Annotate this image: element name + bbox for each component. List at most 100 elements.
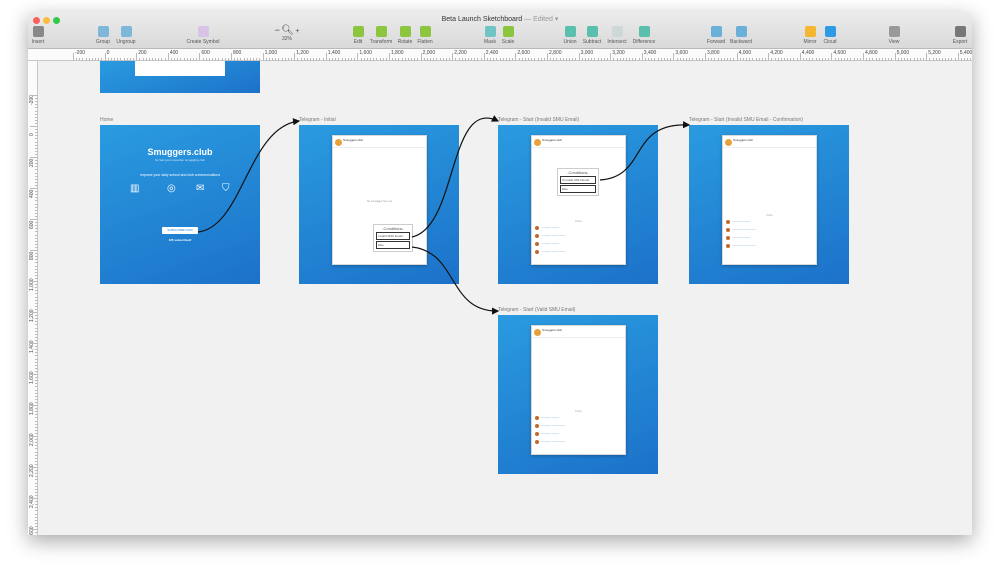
toolbar-ungroup-button[interactable]: Ungroup <box>106 26 146 45</box>
ruler-label: 4,000 <box>738 50 752 56</box>
ruler-tick <box>177 58 179 61</box>
ruler-tick <box>780 58 782 61</box>
ruler-tick <box>35 132 38 134</box>
ruler-tick <box>505 58 507 61</box>
ruler-tick <box>945 58 947 61</box>
ruler-tick <box>136 53 138 61</box>
ruler-tick <box>705 53 706 61</box>
avatar <box>534 139 541 146</box>
ruler-label: 2,600 <box>29 526 35 535</box>
ruler-tick <box>30 498 38 499</box>
artboard-label-confirmation[interactable]: Telegram - Start (Invalid SMU Email - Co… <box>689 117 803 123</box>
ruler-tick <box>35 355 38 357</box>
ruler-tick <box>960 58 962 61</box>
ruler-tick <box>736 53 738 61</box>
spy-icon: ⛉ <box>222 183 230 194</box>
ruler-tick <box>35 485 38 487</box>
toolbar-difference-button[interactable]: Difference <box>624 26 664 45</box>
artboard-telegram-initial[interactable]: Smuggers.club No messages here yet -Cond… <box>299 125 459 284</box>
ruler-tick <box>812 58 814 61</box>
ruler-tick <box>30 126 38 127</box>
edited-status[interactable]: — Edited ▾ <box>524 16 558 23</box>
ruler-label: 5,400 <box>959 50 972 56</box>
ruler-tick <box>35 113 38 115</box>
ruler-tick <box>155 58 157 61</box>
ruler-tick <box>840 58 842 61</box>
ruler-tick <box>262 53 264 61</box>
ruler-tick <box>35 150 38 152</box>
ruler-tick <box>35 525 38 527</box>
toolbar-backward-button[interactable]: Backward <box>721 26 761 45</box>
zoom-in-button[interactable]: + <box>295 28 299 35</box>
ruler-tick <box>749 58 751 61</box>
horizontal-ruler[interactable]: -200 0 200 400 600 800 1,000 1,200 1,400 1,600 1,8… <box>28 49 972 61</box>
ruler-tick <box>35 352 38 354</box>
toolbar-cloud-button[interactable]: Cloud <box>810 26 850 45</box>
ruler-tick <box>919 58 921 61</box>
ruler-tick <box>35 364 38 366</box>
conditions-box[interactable]: -Conditions- If Invalid SMU Email Else <box>557 168 599 196</box>
ruler-tick <box>35 302 38 304</box>
zoom-control[interactable]: − 🔍︎ + 32% <box>267 25 307 42</box>
toolbar-label: Ungroup <box>116 39 136 45</box>
condition-else[interactable]: Else <box>376 241 410 249</box>
zoom-out-button[interactable]: − <box>275 25 280 35</box>
toolbar-create-symbol-button[interactable]: Create Symbol <box>183 26 223 45</box>
toolbar-label: Cloud <box>823 39 837 45</box>
artboard-label-home[interactable]: Home <box>100 117 113 123</box>
artboard-home[interactable]: Smuggers.club for fast your smoother smu… <box>100 125 260 284</box>
ruler-tick <box>607 58 609 61</box>
ruler-tick <box>35 299 38 301</box>
toolbar-export-button[interactable]: Export <box>940 26 972 45</box>
toolbar-view-button[interactable]: View <box>874 26 914 45</box>
ruler-tick <box>35 315 38 317</box>
ruler-tick <box>398 58 400 61</box>
artboard-telegram-valid[interactable]: Smuggers.club Today ———— ——— ———— ——— ——… <box>498 315 658 474</box>
ruler-tick <box>578 53 580 61</box>
canvas[interactable]: Home Smuggers.club for fast your smoothe… <box>28 12 972 535</box>
ruler-tick <box>379 58 381 61</box>
ruler-tick <box>221 58 223 61</box>
ruler-tick <box>682 58 684 61</box>
vertical-ruler[interactable]: -200 0 200 400 600 800 1,000 1,200 1,400 1,600 1,8… <box>28 61 38 535</box>
ruler-tick <box>720 58 722 61</box>
toolbar-insert-button[interactable]: Insert <box>28 26 58 45</box>
toolbar-scale-button[interactable]: Scale <box>488 26 528 45</box>
ruler-tick <box>474 58 476 61</box>
artboard-partial[interactable] <box>100 61 260 93</box>
ruler-tick <box>212 58 214 61</box>
ruler-tick <box>518 58 520 61</box>
condition-invalid-email[interactable]: Invalid SMU Email <box>376 232 410 240</box>
ruler-tick <box>654 58 656 61</box>
message: ———— ——— <box>535 242 622 248</box>
headline: Improve your daily school and club commu… <box>139 173 221 177</box>
window-title: Beta Launch Sketchboard — Edited ▾ <box>28 15 972 23</box>
ruler-tick <box>35 166 38 168</box>
artboard-telegram-invalid[interactable]: Smuggers.club -Conditions- If Invalid SM… <box>498 125 658 284</box>
artboard-label-valid[interactable]: Telegram - Start (Valid SMU Email) <box>498 307 575 313</box>
toolbar-flatten-button[interactable]: Flatten <box>405 26 445 45</box>
subscribe-button[interactable]: SUBSCRIBE NOW <box>162 227 198 234</box>
ruler-tick <box>686 58 688 61</box>
ruler-tick <box>461 58 463 61</box>
ruler-tick <box>635 58 637 61</box>
ruler-tick <box>35 482 38 484</box>
ruler-tick <box>445 58 447 61</box>
ruler-tick <box>170 58 172 61</box>
ruler-tick <box>493 58 495 61</box>
chat-name: Smuggers.club <box>343 138 364 142</box>
ruler-tick <box>442 58 444 61</box>
ruler-tick <box>167 53 169 61</box>
ruler-tick <box>35 479 38 481</box>
artboard-label-invalid[interactable]: Telegram - Start (Invalid SMU Email) <box>498 117 579 123</box>
artboard-telegram-confirmation[interactable]: Smuggers.club Today ———— ——— ———— ——— ——… <box>689 125 849 284</box>
ruler-tick <box>354 58 356 61</box>
ruler-label: 4,600 <box>833 50 846 56</box>
condition-else[interactable]: Else <box>560 185 596 193</box>
ruler-tick <box>565 58 567 61</box>
ruler-tick <box>35 215 38 217</box>
condition-invalid-email[interactable]: If Invalid SMU Email <box>560 176 596 184</box>
ruler-tick <box>875 58 877 61</box>
conditions-box[interactable]: -Conditions- Invalid SMU Email Else <box>373 224 413 252</box>
artboard-label-initial[interactable]: Telegram - Initial <box>299 117 336 123</box>
